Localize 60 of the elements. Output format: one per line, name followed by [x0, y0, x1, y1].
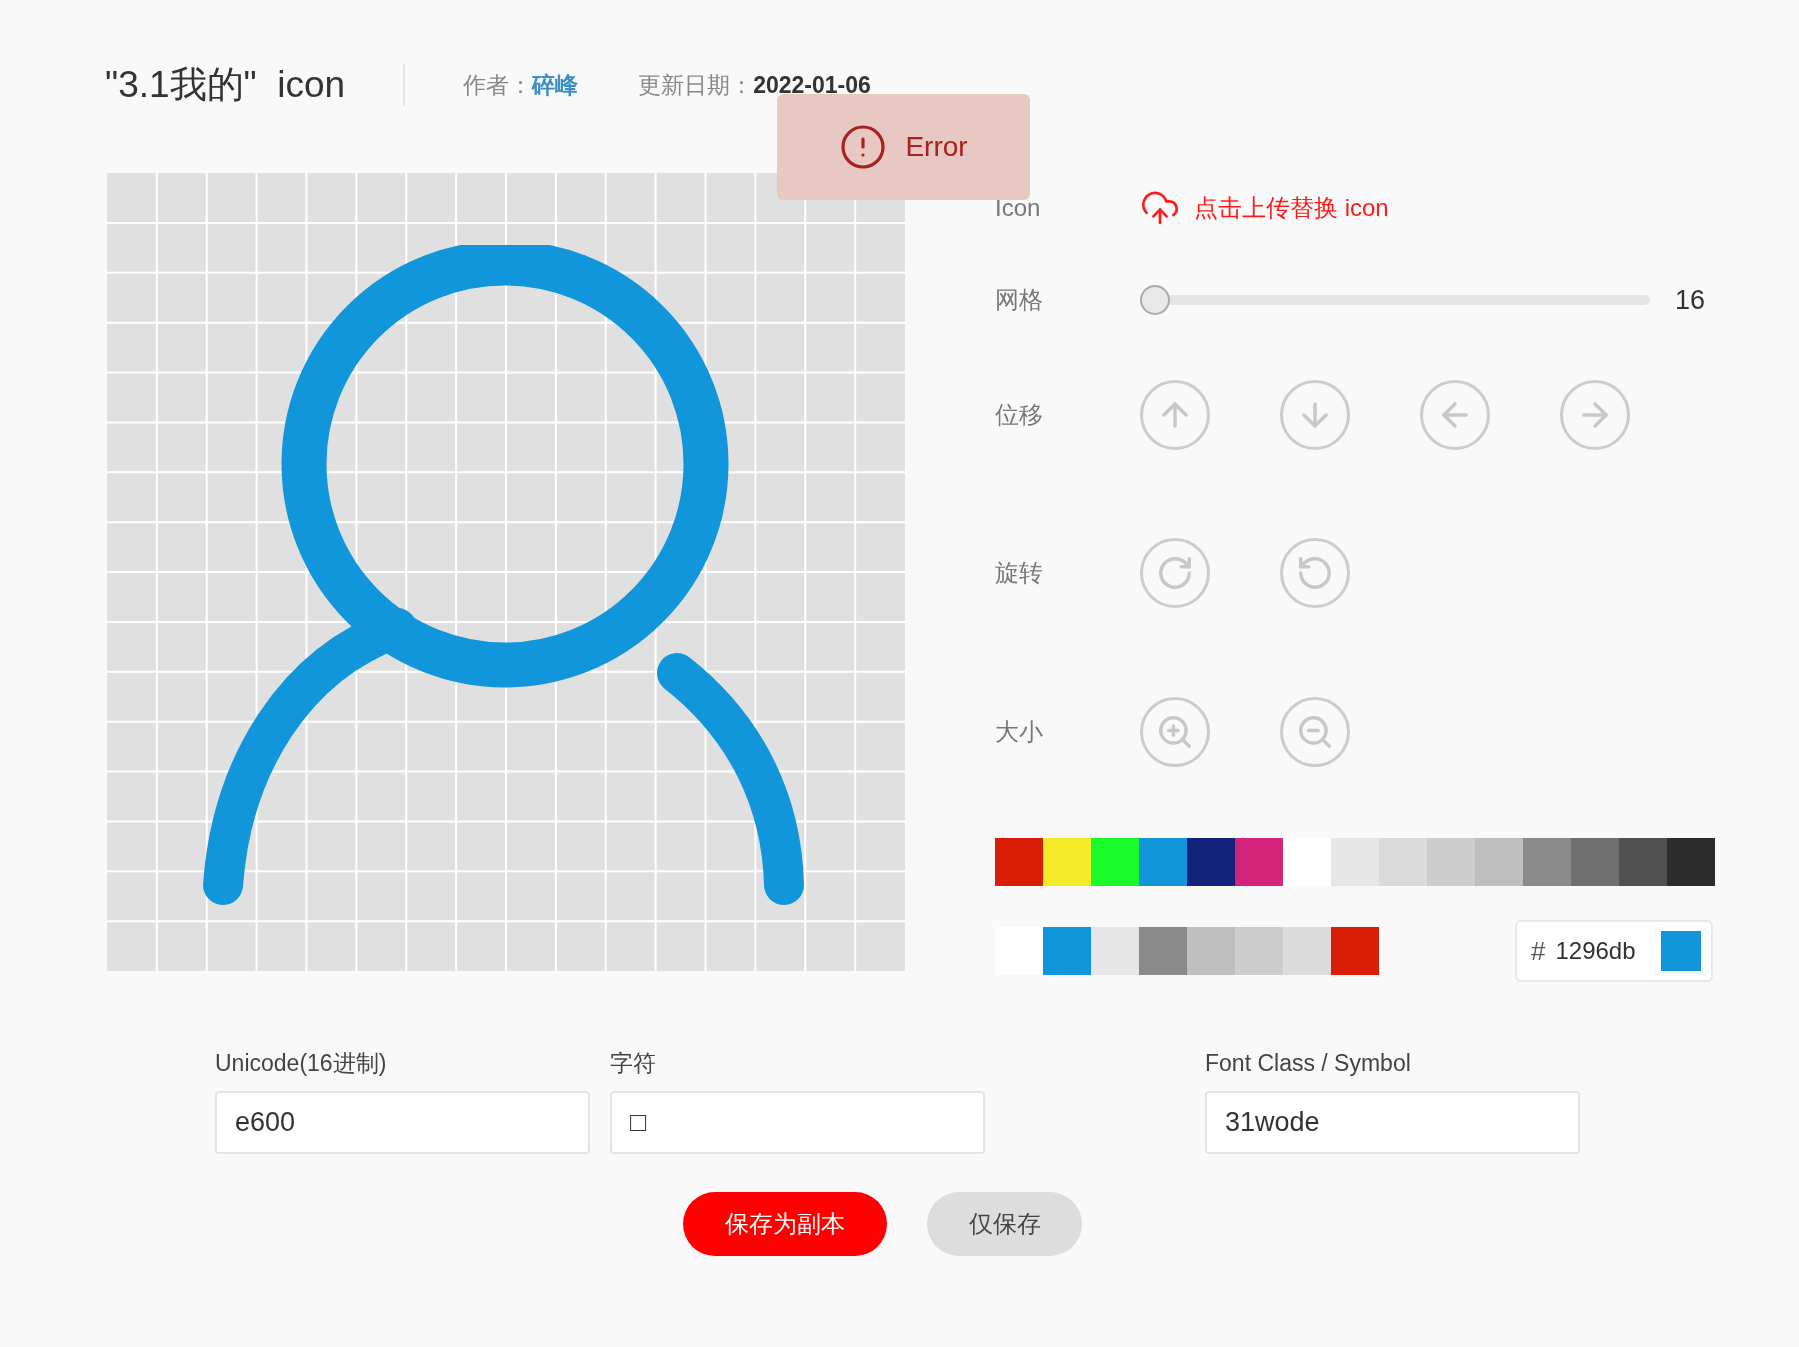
- rotate-clockwise-button[interactable]: [1140, 538, 1210, 608]
- field-label: Unicode(16进制): [215, 1049, 388, 1078]
- text-field[interactable]: e600: [215, 1090, 590, 1154]
- color-swatch[interactable]: [1187, 838, 1235, 886]
- update-date: 2022-01-06: [753, 70, 871, 100]
- recent-color-swatch[interactable]: [1139, 927, 1187, 975]
- control-label: 大小: [995, 717, 1044, 747]
- zoom-out-icon: [1296, 713, 1334, 751]
- color-swatch[interactable]: [1619, 838, 1667, 886]
- rotate-clockwise-icon: [1156, 554, 1194, 592]
- zoom-in-icon: [1156, 713, 1194, 751]
- color-swatch[interactable]: [1571, 838, 1619, 886]
- date-label: 更新日期：: [638, 70, 754, 100]
- control-label: 旋转: [995, 558, 1044, 588]
- color-swatch[interactable]: [1235, 838, 1283, 886]
- color-swatch[interactable]: [1667, 838, 1715, 886]
- recent-color-swatch[interactable]: [1043, 927, 1091, 975]
- field-label: Font Class / Symbol: [1205, 1049, 1412, 1078]
- recent-color-swatch[interactable]: [1235, 927, 1283, 975]
- color-input[interactable]: # 1296db: [1515, 920, 1713, 982]
- control-label: 网格: [995, 285, 1044, 315]
- color-swatch[interactable]: [1523, 838, 1571, 886]
- color-hex-value: 1296db: [1555, 936, 1636, 966]
- arrow-down-button[interactable]: [1280, 380, 1350, 450]
- color-swatch[interactable]: [1475, 838, 1523, 886]
- upload-link[interactable]: 点击上传替换 icon: [1140, 188, 1389, 228]
- color-swatch[interactable]: [995, 838, 1043, 886]
- rotate-counterclockwise-icon: [1296, 554, 1334, 592]
- toast-message: Error: [905, 130, 968, 164]
- slider-thumb[interactable]: [1140, 285, 1170, 315]
- hash-sign: #: [1531, 934, 1546, 968]
- grid-value: 16: [1675, 283, 1706, 317]
- recent-color-swatch[interactable]: [1091, 927, 1139, 975]
- color-swatch[interactable]: [1091, 838, 1139, 886]
- recent-color-swatch[interactable]: [1283, 927, 1331, 975]
- recent-color-swatch[interactable]: [1187, 927, 1235, 975]
- color-swatch[interactable]: [1283, 838, 1331, 886]
- grid-slider[interactable]: [1140, 285, 1650, 315]
- recent-color-swatch[interactable]: [995, 927, 1043, 975]
- color-swatch[interactable]: [1139, 838, 1187, 886]
- page-title: "3.1我的" icon: [105, 63, 346, 108]
- save-button[interactable]: 仅保存: [927, 1191, 1082, 1256]
- control-label: 位移: [995, 400, 1044, 430]
- rotate-counterclockwise-button[interactable]: [1280, 538, 1350, 608]
- recent-color-swatch[interactable]: [1331, 927, 1379, 975]
- text-field[interactable]: □: [610, 1090, 985, 1154]
- color-swatch[interactable]: [1331, 838, 1379, 886]
- control-label: Icon: [995, 193, 1042, 223]
- arrow-right-button[interactable]: [1560, 380, 1630, 450]
- color-swatch[interactable]: [1427, 838, 1475, 886]
- arrow-left-button[interactable]: [1420, 380, 1490, 450]
- arrow-up-button[interactable]: [1140, 380, 1210, 450]
- field-label: 字符: [610, 1049, 657, 1078]
- zoom-in-button[interactable]: [1140, 697, 1210, 767]
- text-field[interactable]: 31wode: [1205, 1090, 1580, 1154]
- zoom-out-button[interactable]: [1280, 697, 1350, 767]
- color-swatch[interactable]: [1379, 838, 1427, 886]
- alert-icon: [839, 123, 888, 171]
- save-copy-button[interactable]: 保存为副本: [683, 1191, 887, 1256]
- color-swatch[interactable]: [1043, 838, 1091, 886]
